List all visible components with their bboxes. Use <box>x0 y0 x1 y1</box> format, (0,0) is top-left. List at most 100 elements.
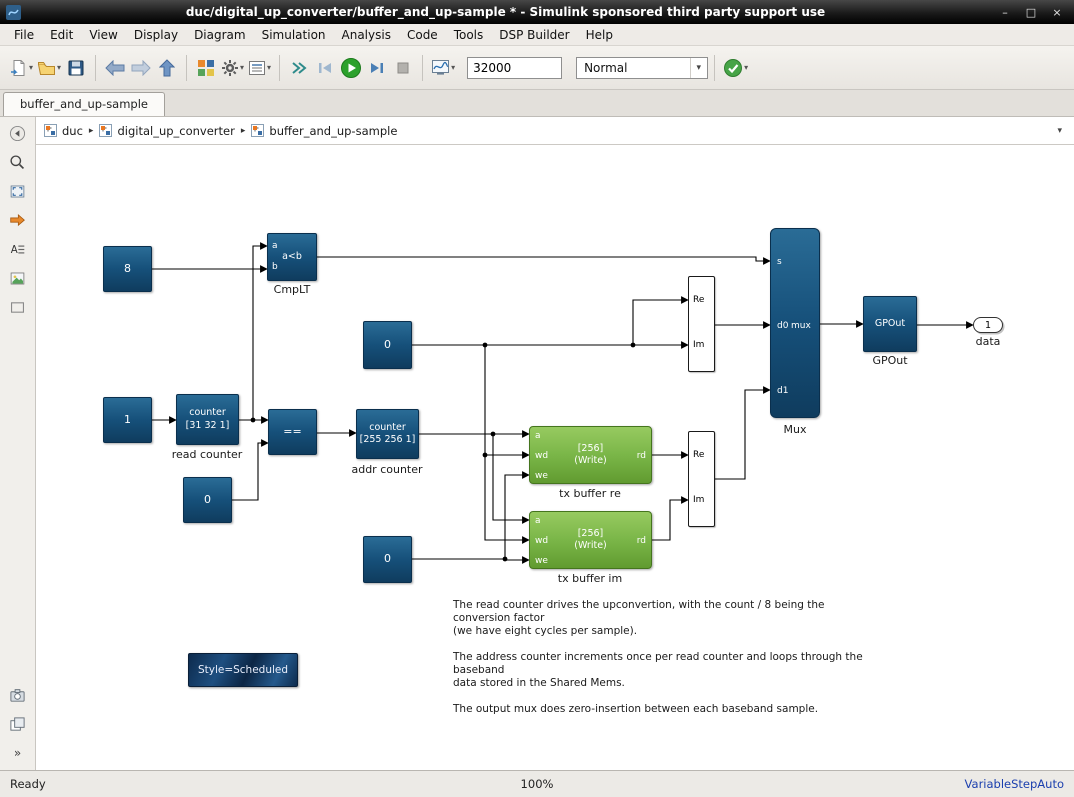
hide-browser-button[interactable] <box>6 122 30 144</box>
signal-wire[interactable] <box>715 390 770 479</box>
signal-wire[interactable] <box>253 246 267 420</box>
addr-counter-block[interactable]: counter [255 256 1] <box>356 409 419 459</box>
stop-icon <box>394 59 412 77</box>
save-button[interactable] <box>63 53 89 83</box>
block-caption-gpout: GPOut <box>872 354 907 367</box>
menu-edit[interactable]: Edit <box>42 26 81 44</box>
menu-help[interactable]: Help <box>578 26 621 44</box>
signal-wire[interactable] <box>485 345 529 455</box>
new-model-button[interactable]: ▾ <box>8 53 35 83</box>
outport-block[interactable]: 1 <box>973 317 1003 333</box>
screenshot-button[interactable] <box>6 684 30 706</box>
breadcrumb-item-duc[interactable]: duc <box>44 124 83 138</box>
read-counter-block[interactable]: counter [31 32 1] <box>176 394 239 445</box>
model-icon <box>44 124 57 137</box>
style-scheduled-annotation[interactable]: Style=Scheduled <box>188 653 298 687</box>
complex-combine-bottom-block[interactable]: Re Im <box>688 431 715 527</box>
mux-block[interactable]: s d0 mux d1 <box>770 228 820 418</box>
zoom-button[interactable] <box>6 151 30 173</box>
forward-arrow-icon <box>131 60 151 76</box>
orange-arrow-icon <box>9 212 26 229</box>
annotation-button[interactable]: A <box>6 238 30 260</box>
svg-text:A: A <box>11 244 18 255</box>
model-settings-button[interactable]: ▾ <box>219 53 246 83</box>
menu-view[interactable]: View <box>81 26 125 44</box>
signal-wire[interactable] <box>412 475 529 559</box>
menu-file[interactable]: File <box>6 26 42 44</box>
tx-buffer-im-block[interactable]: a wd we rd [256] (Write) <box>529 511 652 569</box>
sim-mode-value: Normal <box>584 61 627 75</box>
menu-analysis[interactable]: Analysis <box>334 26 399 44</box>
wire-junction <box>631 343 636 348</box>
tab-buffer-and-up-sample[interactable]: buffer_and_up-sample <box>3 92 165 116</box>
constant-block-8[interactable]: 8 <box>103 246 152 292</box>
outport-number: 1 <box>985 320 991 331</box>
breadcrumb-item-buffer-and-up-sample[interactable]: buffer_and_up-sample <box>251 124 397 138</box>
block-caption-read-counter: read counter <box>172 448 243 461</box>
block-value: GPOut <box>864 297 916 351</box>
open-button[interactable]: ▾ <box>35 53 63 83</box>
fit-to-view-button[interactable] <box>6 180 30 202</box>
counter-line1: counter <box>369 422 406 434</box>
constant-block-0-bottom[interactable]: 0 <box>363 536 412 583</box>
layers-icon <box>9 716 26 733</box>
up-button[interactable] <box>154 53 180 83</box>
wire-junction <box>503 557 508 562</box>
menu-display[interactable]: Display <box>126 26 186 44</box>
wire-junction <box>483 343 488 348</box>
gear-icon <box>221 59 239 77</box>
constant-block-1[interactable]: 1 <box>103 397 152 443</box>
port-label-d1: d1 <box>777 387 788 396</box>
maximize-button[interactable]: □ <box>1024 6 1038 19</box>
status-solver-link[interactable]: VariableStepAuto <box>965 777 1064 791</box>
model-explorer-button[interactable]: ▾ <box>246 53 273 83</box>
block-value: 0 <box>364 537 411 582</box>
forward-button[interactable] <box>128 53 154 83</box>
minimize-button[interactable]: – <box>998 6 1012 19</box>
menu-code[interactable]: Code <box>399 26 446 44</box>
model-canvas[interactable]: 8 a b a<b CmpLT 0 1 counter [31 <box>36 145 1074 770</box>
cmplt-block[interactable]: a b a<b <box>267 233 317 281</box>
signal-routing-button[interactable] <box>6 209 30 231</box>
back-button[interactable] <box>102 53 128 83</box>
complex-combine-top-block[interactable]: Re Im <box>688 276 715 372</box>
model-explorer-icon <box>248 59 266 77</box>
scope-button[interactable]: ▾ <box>429 53 457 83</box>
validate-button[interactable]: ▾ <box>721 53 750 83</box>
library-browser-button[interactable] <box>193 53 219 83</box>
step-back-button[interactable] <box>312 53 338 83</box>
menu-simulation[interactable]: Simulation <box>254 26 334 44</box>
close-button[interactable]: × <box>1050 6 1064 19</box>
toolbar-separator <box>186 55 187 81</box>
run-button[interactable] <box>338 53 364 83</box>
menu-diagram[interactable]: Diagram <box>186 26 254 44</box>
tx-buffer-re-block[interactable]: a wd we rd [256] (Write) <box>529 426 652 484</box>
shape-button[interactable] <box>6 296 30 318</box>
stop-time-input[interactable] <box>467 57 562 79</box>
constant-block-0-top[interactable]: 0 <box>363 321 412 369</box>
gpout-block[interactable]: GPOut <box>863 296 917 352</box>
menu-dsp-builder[interactable]: DSP Builder <box>491 26 577 44</box>
annotation-text[interactable]: The read counter drives the upconvertion… <box>453 599 873 729</box>
expand-palette-button[interactable]: » <box>6 742 30 764</box>
step-forward-button[interactable] <box>364 53 390 83</box>
sim-mode-select[interactable]: Normal ▾ <box>576 57 708 79</box>
menu-tools[interactable]: Tools <box>446 26 492 44</box>
equals-block[interactable]: == <box>268 409 317 455</box>
signal-wire[interactable] <box>317 257 770 261</box>
stop-button[interactable] <box>390 53 416 83</box>
breadcrumb-menu-button[interactable]: ▾ <box>1053 126 1066 136</box>
breadcrumb-item-digital-up-converter[interactable]: digital_up_converter <box>99 124 234 138</box>
signal-wire[interactable] <box>633 300 688 345</box>
signal-wire[interactable] <box>485 455 529 540</box>
annotation-icon: A <box>9 241 26 258</box>
step-forward-icon <box>367 59 387 77</box>
constant-block-0-left[interactable]: 0 <box>183 477 232 523</box>
image-button[interactable] <box>6 267 30 289</box>
signal-wire[interactable] <box>493 434 529 520</box>
viewmarks-button[interactable] <box>6 713 30 735</box>
fast-restart-button[interactable] <box>286 53 312 83</box>
signal-wire[interactable] <box>652 500 688 540</box>
up-arrow-icon <box>159 59 175 77</box>
magnifier-icon <box>9 154 26 171</box>
